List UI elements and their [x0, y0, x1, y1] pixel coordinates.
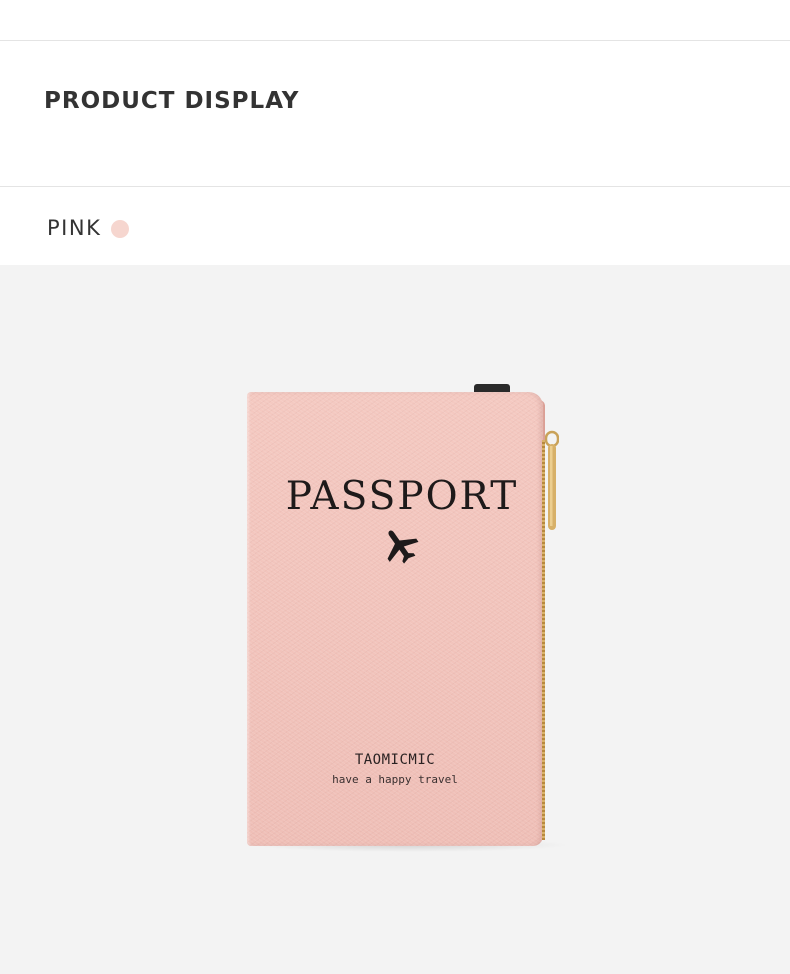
cover-title: PASSPORT [285, 474, 519, 519]
top-divider [0, 40, 790, 41]
color-option-row: PINK [0, 187, 790, 265]
airplane-icon [387, 530, 419, 564]
brand-tagline: have a happy travel [332, 773, 458, 786]
top-band [0, 0, 790, 40]
color-swatch [111, 220, 129, 238]
section-title: PRODUCT DISPLAY [44, 88, 300, 114]
brand-name: TAOMICMIC [354, 752, 436, 768]
color-option-label: PINK [47, 216, 102, 240]
